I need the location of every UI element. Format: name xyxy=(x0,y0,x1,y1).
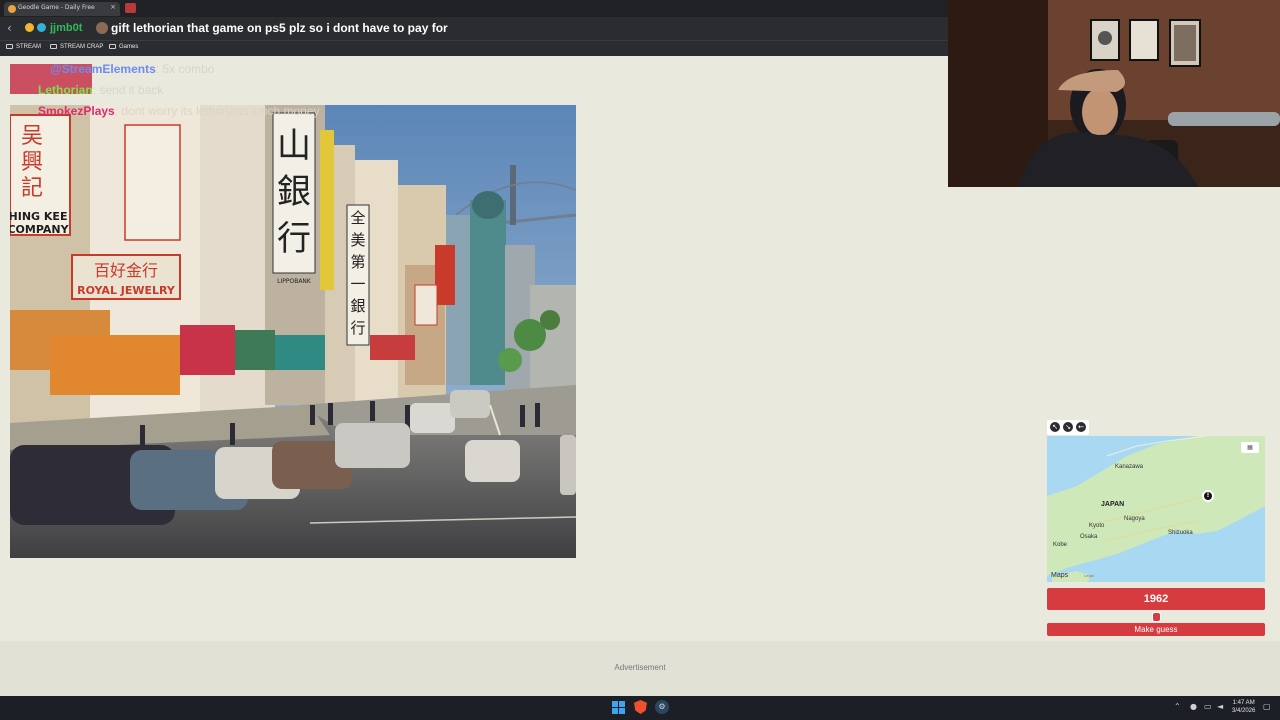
sign-text: 行 xyxy=(350,319,365,337)
browser-tab-bar: Geodle Game - Daily Free × xyxy=(0,0,948,17)
folder-icon xyxy=(6,44,13,49)
sign-text: 第 xyxy=(350,253,365,271)
folder-icon xyxy=(50,44,57,49)
sign-text: HING KEE xyxy=(10,210,67,223)
expand-icon[interactable]: ↖ xyxy=(1050,422,1060,432)
map-label-kyoto: Kyoto xyxy=(1089,523,1105,529)
browser-nav-bar: ‹ jjmb0t gift lethorian that game on ps5… xyxy=(0,17,948,40)
chat-message: gift lethorian that game on ps5 plz so i… xyxy=(111,21,448,35)
chat-line: @StreamElements: 5x combo xyxy=(10,62,214,76)
tab-close-icon[interactable]: × xyxy=(110,3,116,11)
sign-text: 山 xyxy=(277,126,311,166)
year-display: 1962 xyxy=(1047,588,1265,610)
sign-text: 一 xyxy=(350,275,365,293)
sign-text: 行 xyxy=(277,219,311,259)
map-label-japan: JAPAN xyxy=(1101,501,1125,508)
screen: Geodle Game - Daily Free × ‹ jjmb0t gift… xyxy=(0,0,1280,720)
tab2-favicon-icon[interactable] xyxy=(125,3,136,13)
sign-text: 美 xyxy=(350,231,365,249)
bookmark-stream[interactable]: STREAM xyxy=(6,44,41,50)
clock-date: 3/4/2026 xyxy=(1232,708,1256,714)
sign-text: ROYAL JEWELRY xyxy=(77,284,176,297)
chat-text: 5x combo xyxy=(162,62,215,76)
advertisement-label: Advertisement xyxy=(614,663,666,672)
clock-time: 1:47 AM xyxy=(1232,700,1255,706)
sign-text: LIPPOBANK xyxy=(277,278,312,285)
back-icon[interactable]: ← xyxy=(1076,422,1086,432)
map-controls: ↖ ↘ ← xyxy=(1047,420,1089,435)
map-label-osaka: Osaka xyxy=(1080,534,1098,540)
sign-text: 百好金行 xyxy=(94,261,158,280)
map-land xyxy=(1047,436,1265,582)
chat-line: Lethorian: send it back xyxy=(10,83,163,97)
map-label-kobe: Kobe xyxy=(1053,542,1068,548)
ad-banner: Advertisement xyxy=(0,641,1280,696)
sign-text: 吴 xyxy=(21,124,43,149)
map-type-icon[interactable]: ▦ xyxy=(1241,442,1259,453)
map-label-nagoya: Nagoya xyxy=(1124,516,1145,522)
chat-badges xyxy=(25,23,47,33)
bookmark-label: STREAM xyxy=(16,44,42,50)
guess-map[interactable]: ▦ Kanazawa JAPAN Nagoya Kyoto Osaka Kobe… xyxy=(1047,436,1265,582)
streamer-webcam xyxy=(948,0,1280,187)
volume-icon[interactable]: ◄ xyxy=(1217,702,1223,711)
chat-text: send it back xyxy=(99,83,164,97)
bookmarks-bar: STREAM STREAM CRAP Games xyxy=(0,40,948,56)
sign-text: COMPANY xyxy=(10,223,70,236)
sign-text: 銀 xyxy=(350,297,365,315)
map-label-kanazawa: Kanazawa xyxy=(1115,464,1144,470)
badge-icon xyxy=(25,23,34,32)
os-taskbar: ⚙ ⌃ ● ▭ ◄ 1:47 AM 3/4/2026 ▢ xyxy=(0,696,1280,720)
system-clock[interactable]: 1:47 AM 3/4/2026 xyxy=(1232,699,1255,715)
sign-text: 記 xyxy=(21,176,43,201)
bookmark-games[interactable]: Games xyxy=(109,44,138,50)
notification-icon[interactable]: ▢ xyxy=(1263,702,1271,711)
microphone-icon[interactable]: ● xyxy=(1190,702,1197,711)
map-pin-icon[interactable]: ! xyxy=(1202,490,1214,502)
bookmark-stream-crap[interactable]: STREAM CRAP xyxy=(50,44,103,50)
chat-text: dont worry its lethorians lunch money xyxy=(121,104,320,118)
tab-title: Geodle Game - Daily Free xyxy=(18,4,95,11)
webcam-feed-image xyxy=(948,0,1280,187)
folder-icon xyxy=(109,44,116,49)
brave-browser-icon[interactable] xyxy=(634,700,647,714)
badge-icon xyxy=(37,23,46,32)
street-view-photo: 山 銀 行 LIPPOBANK 吴 興 記 HING KEE COMPANY 百… xyxy=(10,105,576,558)
tray-chevron-icon[interactable]: ⌃ xyxy=(1174,702,1181,711)
chat-username: SmokezPlays xyxy=(38,104,115,118)
map-legal-link[interactable]: Legal xyxy=(1084,573,1094,578)
sign-text: 興 xyxy=(21,150,43,175)
street-scene-image: 山 銀 行 LIPPOBANK 吴 興 記 HING KEE COMPANY 百… xyxy=(10,105,576,558)
bookmark-label: STREAM CRAP xyxy=(60,44,104,50)
year-slider[interactable] xyxy=(1047,612,1265,622)
maps-logo: Maps xyxy=(1051,572,1069,579)
chat-username: @StreamElements xyxy=(50,62,156,76)
chat-emote-icon xyxy=(96,22,108,34)
browser-tab[interactable]: Geodle Game - Daily Free × xyxy=(4,2,120,16)
chat-line: SmokezPlays: dont worry its lethorians l… xyxy=(10,104,319,118)
network-icon[interactable]: ▭ xyxy=(1204,702,1212,711)
map-label-shizuoka: Shizuoka xyxy=(1168,530,1193,536)
back-arrow-icon[interactable]: ‹ xyxy=(7,21,12,35)
make-guess-button[interactable]: Make guess xyxy=(1047,623,1265,636)
chat-username: Lethorian xyxy=(38,83,93,97)
tab-favicon-icon xyxy=(8,5,16,13)
sign-text: 銀 xyxy=(277,172,311,212)
bookmark-label: Games xyxy=(119,44,139,50)
sign-text: 全 xyxy=(350,209,365,227)
windows-start-icon[interactable] xyxy=(612,701,625,714)
year-slider-thumb[interactable] xyxy=(1151,612,1161,622)
shrink-icon[interactable]: ↘ xyxy=(1063,422,1073,432)
steam-icon[interactable]: ⚙ xyxy=(655,700,669,714)
chat-username: jjmb0t xyxy=(50,22,83,34)
